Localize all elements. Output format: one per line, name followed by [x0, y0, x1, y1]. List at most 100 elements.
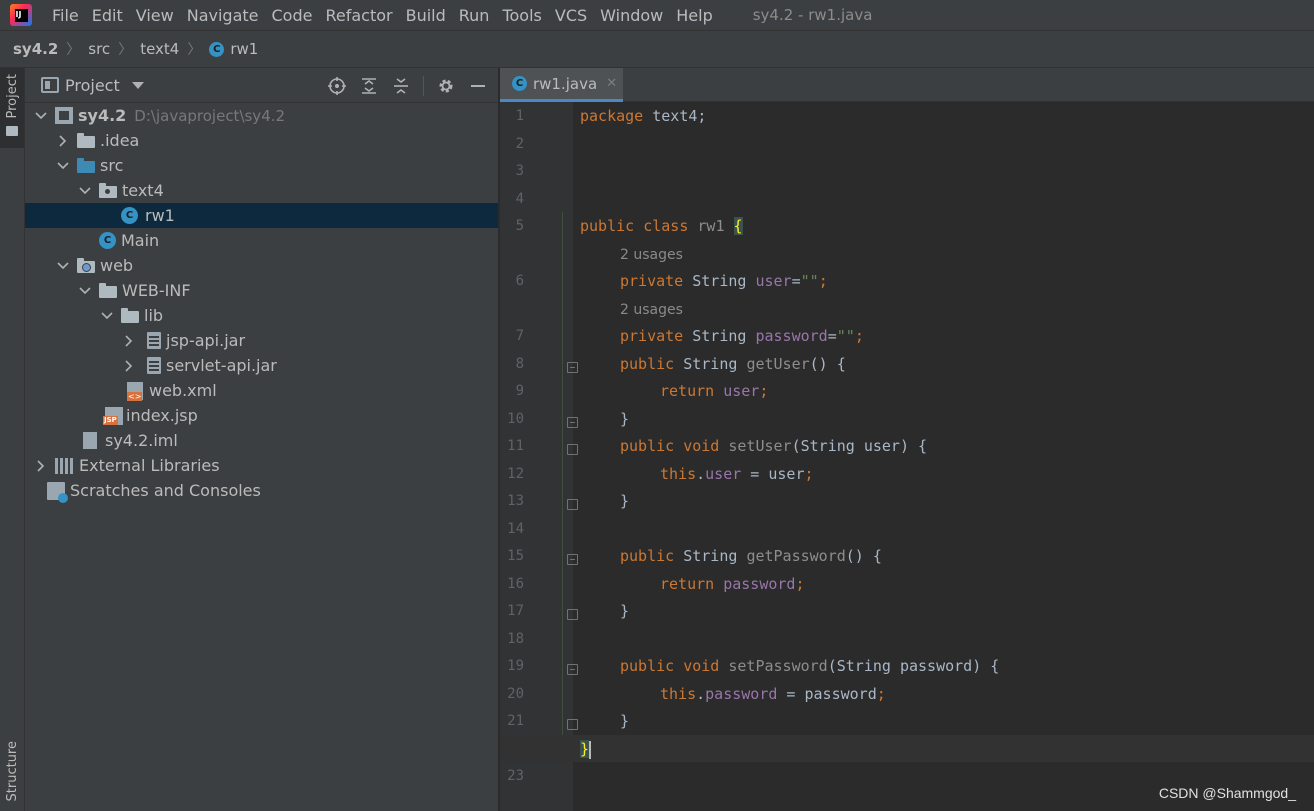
code-token: return	[660, 575, 724, 593]
select-opened-file-icon[interactable]	[327, 76, 347, 96]
chevron-down-icon[interactable]	[77, 183, 93, 199]
left-tool-stripe: Project Structure	[0, 68, 25, 811]
code-token: }	[580, 740, 590, 758]
fold-icon[interactable]	[567, 609, 578, 620]
menu-navigate[interactable]: Navigate	[187, 6, 259, 25]
code-token: this	[660, 685, 697, 703]
code-token: = user	[741, 465, 805, 483]
tree-item-label: index.jsp	[126, 406, 198, 425]
menu-build[interactable]: Build	[406, 6, 446, 25]
iml-file-icon	[83, 432, 97, 449]
fold-icon[interactable]	[567, 719, 578, 730]
structure-tool-tab[interactable]: Structure	[0, 741, 24, 811]
line-number: 1	[515, 108, 524, 124]
tree-item-web-inf[interactable]: WEB-INF	[25, 278, 498, 303]
fold-icon[interactable]	[567, 444, 578, 455]
breadcrumb-file[interactable]: rw1	[230, 40, 258, 58]
chevron-right-icon[interactable]	[121, 333, 137, 349]
chevron-down-icon[interactable]	[33, 108, 49, 124]
menu-edit[interactable]: Edit	[92, 6, 123, 25]
code-area[interactable]: package text4; public class rw1 { 2 usag…	[500, 102, 1314, 811]
line-number: 21	[507, 713, 524, 729]
expand-all-icon[interactable]	[359, 76, 379, 96]
fold-icon[interactable]	[567, 499, 578, 510]
tree-item-servlet-api-jar[interactable]: servlet-api.jar	[25, 353, 498, 378]
folder-icon	[99, 282, 117, 298]
fold-icon[interactable]	[567, 417, 578, 428]
tree-item-package-text4[interactable]: text4	[25, 178, 498, 203]
chevron-down-icon[interactable]	[55, 258, 71, 274]
tree-item-iml[interactable]: sy4.2.iml	[25, 428, 498, 453]
chevron-down-icon[interactable]	[77, 283, 93, 299]
tree-item-label: sy4.2	[78, 106, 127, 125]
tree-item-rw1[interactable]: C rw1	[25, 203, 498, 228]
tree-item-scratches[interactable]: Scratches and Consoles	[25, 478, 498, 503]
menu-file[interactable]: File	[52, 6, 79, 25]
tree-item-web-xml[interactable]: web.xml	[25, 378, 498, 403]
line-number: 15	[507, 548, 524, 564]
code-token: ;	[818, 272, 828, 290]
code-token: =	[791, 272, 801, 290]
code-line-16: return password;	[660, 575, 805, 593]
tree-item-web[interactable]: web	[25, 253, 498, 278]
code-token: public void	[620, 657, 729, 675]
tree-item-external-libraries[interactable]: External Libraries	[25, 453, 498, 478]
gear-icon[interactable]	[436, 76, 456, 96]
menu-refactor[interactable]: Refactor	[325, 6, 392, 25]
menu-run[interactable]: Run	[459, 6, 490, 25]
fold-icon[interactable]	[567, 554, 578, 565]
chevron-right-icon[interactable]	[121, 358, 137, 374]
chevron-right-icon[interactable]	[33, 458, 49, 474]
chevron-right-icon: 〉	[187, 42, 202, 58]
chevron-right-icon: 〉	[118, 42, 133, 58]
close-icon[interactable]: ✕	[606, 76, 617, 91]
line-number: 19	[507, 658, 524, 674]
menu-view[interactable]: View	[136, 6, 174, 25]
tree-item-project-root[interactable]: sy4.2 D:\javaproject\sy4.2	[25, 103, 498, 128]
tree-item-src[interactable]: src	[25, 153, 498, 178]
menu-help[interactable]: Help	[676, 6, 712, 25]
code-line-13: }	[620, 492, 630, 510]
fold-icon[interactable]	[567, 664, 578, 675]
code-token: public class	[580, 217, 698, 235]
watermark: CSDN @Shammgod_	[1158, 785, 1296, 801]
tree-item-label: lib	[144, 306, 164, 325]
project-tool-tab[interactable]: Project	[0, 68, 24, 148]
chevron-down-icon[interactable]	[55, 158, 71, 174]
code-token: ""	[836, 327, 855, 345]
tab-rw1-java[interactable]: C rw1.java ✕	[500, 68, 623, 102]
usages-hint[interactable]: 2 usages	[620, 247, 683, 263]
menu-code[interactable]: Code	[272, 6, 313, 25]
jar-icon	[147, 357, 161, 374]
chevron-right-icon[interactable]	[55, 133, 71, 149]
tree-item-lib[interactable]: lib	[25, 303, 498, 328]
hide-panel-icon[interactable]	[468, 76, 488, 96]
menu-tools[interactable]: Tools	[502, 6, 541, 25]
web-folder-icon	[77, 257, 95, 273]
line-number: 10	[507, 411, 524, 427]
tree-item-jsp-api-jar[interactable]: jsp-api.jar	[25, 328, 498, 353]
code-line-11: public void setUser(String user) {	[620, 437, 927, 455]
line-number: 14	[507, 521, 524, 537]
tree-item-label: text4	[122, 181, 164, 200]
tree-item-idea[interactable]: .idea	[25, 128, 498, 153]
code-line-10: }	[620, 410, 630, 428]
breadcrumb-package[interactable]: text4	[140, 40, 179, 58]
breadcrumb-src[interactable]: src	[88, 40, 110, 58]
fold-icon[interactable]	[567, 362, 578, 373]
usages-hint[interactable]: 2 usages	[620, 302, 683, 318]
chevron-down-icon[interactable]	[99, 308, 115, 324]
menu-vcs[interactable]: VCS	[555, 6, 587, 25]
tree-item-index-jsp[interactable]: index.jsp	[25, 403, 498, 428]
code-line-12: this.user = user;	[660, 465, 814, 483]
code-token: ;	[759, 382, 769, 400]
tree-item-main[interactable]: C Main	[25, 228, 498, 253]
breadcrumb-project[interactable]: sy4.2	[13, 40, 58, 58]
chevron-down-icon[interactable]	[131, 81, 144, 89]
project-view-selector[interactable]: Project	[65, 76, 120, 95]
collapse-all-icon[interactable]	[391, 76, 411, 96]
code-token: user	[705, 465, 742, 483]
code-token: getPassword	[746, 547, 846, 565]
line-number: 3	[515, 163, 524, 179]
menu-window[interactable]: Window	[600, 6, 663, 25]
